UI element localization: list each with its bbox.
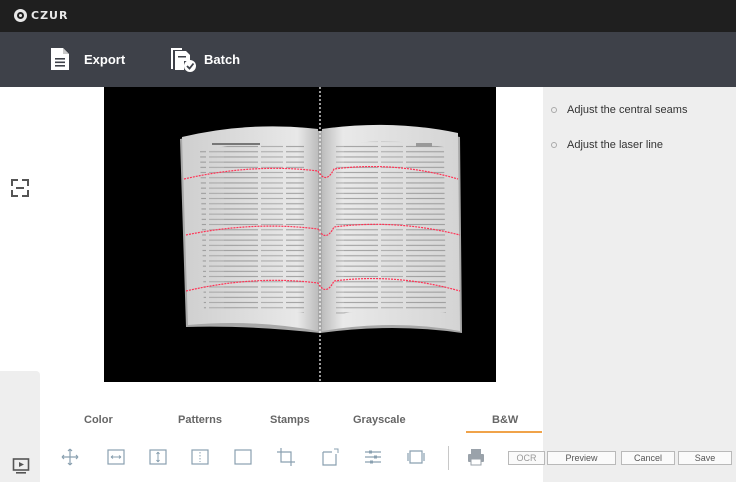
- batch-documents-icon: [170, 47, 196, 73]
- main-toolbar: Export Batch: [0, 32, 736, 87]
- document-icon: [50, 47, 74, 73]
- scan-preview-canvas[interactable]: [104, 87, 496, 382]
- left-sidebar-lower: [0, 371, 40, 482]
- left-sidebar: [0, 87, 40, 482]
- crop-icon: [277, 448, 295, 466]
- czur-logo-icon: [14, 9, 27, 22]
- tab-bw[interactable]: B&W: [492, 414, 518, 426]
- fit-height-tool[interactable]: [148, 447, 168, 467]
- tab-stamps[interactable]: Stamps: [270, 414, 310, 426]
- move-tool[interactable]: [60, 447, 80, 467]
- batch-button[interactable]: Batch: [170, 32, 240, 87]
- rotate-crop-tool[interactable]: [320, 447, 340, 467]
- play-screen-icon: [12, 458, 30, 474]
- tab-patterns[interactable]: Patterns: [178, 414, 222, 426]
- adjust-icon: [365, 450, 381, 464]
- cancel-button[interactable]: Cancel: [621, 451, 675, 465]
- fit-height-icon: [149, 449, 167, 465]
- frame-icon: [407, 450, 425, 464]
- select-area-icon: [234, 449, 252, 465]
- slideshow-button[interactable]: [12, 457, 30, 475]
- toolbar-separator: [448, 446, 449, 470]
- batch-label: Batch: [204, 52, 241, 67]
- adjust-tool[interactable]: [363, 447, 383, 467]
- scan-area-button[interactable]: [8, 176, 32, 200]
- move-icon: [61, 448, 79, 466]
- split-page-tool[interactable]: [190, 447, 210, 467]
- tab-grayscale[interactable]: Grayscale: [353, 414, 406, 426]
- print-icon: [468, 449, 484, 466]
- export-label: Export: [84, 52, 126, 67]
- rotate-crop-icon: [322, 448, 339, 466]
- select-area-tool[interactable]: [233, 447, 253, 467]
- app-logo-text: CZUR: [31, 9, 69, 22]
- print-tool[interactable]: [466, 447, 486, 467]
- scan-frame-icon: [11, 179, 29, 197]
- crop-tool[interactable]: [276, 447, 296, 467]
- option-adjust-laser-line[interactable]: Adjust the laser line: [551, 139, 663, 151]
- fit-width-tool[interactable]: [106, 447, 126, 467]
- radio-dot-icon: [551, 107, 557, 113]
- title-bar: CZUR: [0, 0, 736, 32]
- option-label: Adjust the central seams: [567, 104, 688, 116]
- export-button[interactable]: Export: [50, 32, 125, 87]
- ocr-button[interactable]: OCR: [508, 451, 545, 465]
- fit-width-icon: [107, 449, 125, 465]
- radio-dot-icon: [551, 142, 557, 148]
- frame-tool[interactable]: [406, 447, 426, 467]
- preview-button[interactable]: Preview: [547, 451, 616, 465]
- right-options-panel: Adjust the central seams Adjust the lase…: [543, 87, 736, 482]
- option-adjust-central-seams[interactable]: Adjust the central seams: [551, 104, 687, 116]
- split-icon: [191, 449, 209, 465]
- tab-color[interactable]: Color: [84, 414, 113, 426]
- scanned-book-image: [180, 87, 462, 382]
- option-label: Adjust the laser line: [567, 139, 663, 151]
- active-tab-indicator: [466, 431, 542, 433]
- app-logo: CZUR: [14, 9, 68, 22]
- save-button[interactable]: Save: [678, 451, 732, 465]
